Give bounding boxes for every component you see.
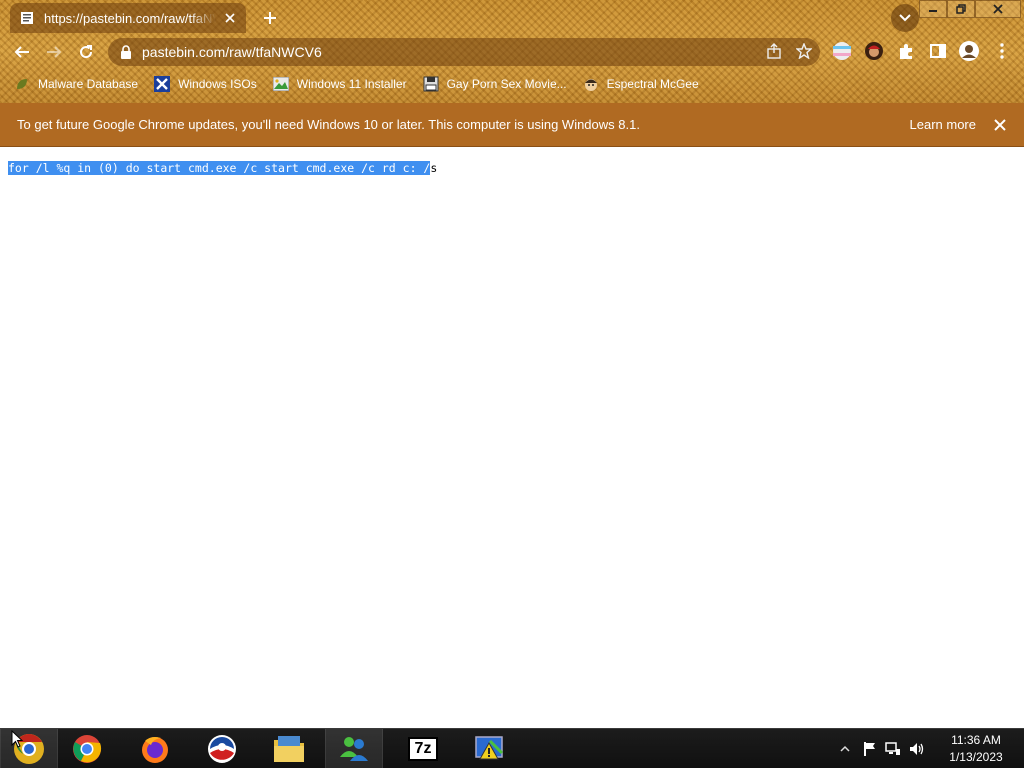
- profile-icon[interactable]: [958, 40, 980, 62]
- obama-logo-icon: [208, 735, 236, 763]
- taskbar-firefox[interactable]: [126, 729, 184, 769]
- share-icon[interactable]: [766, 43, 782, 64]
- minimize-icon: [929, 10, 937, 12]
- new-tab-button[interactable]: [258, 6, 282, 30]
- window-controls: [919, 0, 1021, 18]
- x-logo-icon: [154, 76, 171, 92]
- disk-icon: [423, 76, 439, 92]
- tab-search-button[interactable]: [891, 4, 919, 32]
- arrow-right-icon: [47, 46, 62, 58]
- tab-title: https://pastebin.com/raw/tfaNWCV6: [44, 10, 216, 26]
- taskbar-defender[interactable]: [460, 729, 518, 769]
- page-content: for /l %q in (0) do start cmd.exe /c sta…: [0, 148, 1024, 728]
- file-explorer-icon: [274, 736, 304, 762]
- firefox-icon: [142, 737, 168, 763]
- close-tab-icon[interactable]: [222, 10, 238, 26]
- mouse-cursor-icon: [11, 729, 24, 753]
- unselected-text: s: [430, 161, 438, 175]
- avatar-icon: [583, 76, 599, 92]
- taskbar-messenger[interactable]: [325, 729, 383, 769]
- close-infobar-icon[interactable]: [992, 117, 1008, 133]
- leaf-icon: [14, 76, 30, 92]
- arrow-left-icon: [14, 46, 29, 58]
- clock-date: 1/13/2023: [949, 750, 1003, 764]
- chevron-down-icon: [899, 14, 911, 22]
- taskbar-chrome-dev[interactable]: [0, 729, 58, 769]
- close-icon: [993, 4, 1003, 14]
- forward-button[interactable]: [41, 39, 67, 65]
- bookmark-item[interactable]: Windows ISOs: [154, 76, 257, 92]
- reload-icon: [80, 45, 93, 59]
- system-tray: 11:36 AM 1/13/2023: [836, 729, 1024, 769]
- learn-more-link[interactable]: Learn more: [910, 117, 976, 132]
- extensions-puzzle-icon[interactable]: [895, 40, 917, 62]
- image-icon: [272, 76, 289, 92]
- menu-dots-icon[interactable]: [991, 40, 1013, 62]
- clock-time: 11:36 AM: [951, 733, 1001, 747]
- taskbar-7zip[interactable]: 7z: [394, 729, 452, 769]
- taskbar-obama-app[interactable]: [193, 729, 251, 769]
- 7zip-icon: 7z: [408, 737, 438, 761]
- address-bar[interactable]: pastebin.com/raw/tfaNWCV6: [108, 38, 820, 66]
- flag-extension-icon[interactable]: [831, 40, 853, 62]
- bookmark-label: Gay Porn Sex Movie...: [446, 77, 567, 91]
- update-infobar: To get future Google Chrome updates, you…: [0, 103, 1024, 147]
- back-button[interactable]: [9, 39, 35, 65]
- bookmark-star-icon[interactable]: [795, 42, 813, 64]
- chevron-up-icon: [840, 745, 850, 752]
- reload-button[interactable]: [73, 39, 99, 65]
- bookmark-label: Espectral McGee: [606, 77, 699, 91]
- show-hidden-icons[interactable]: [836, 740, 854, 758]
- close-window-button[interactable]: [975, 0, 1021, 18]
- browser-frame: https://pastebin.com/raw/tfaNWCV6 pas: [0, 0, 1024, 103]
- bookmark-item[interactable]: Malware Database: [14, 76, 138, 92]
- action-center-flag-icon[interactable]: [860, 740, 878, 758]
- bookmark-label: Malware Database: [38, 77, 139, 91]
- avatar-extension-icon[interactable]: [863, 40, 885, 62]
- taskbar-chrome[interactable]: [58, 729, 116, 769]
- bookmark-item[interactable]: Espectral McGee: [583, 76, 699, 92]
- bookmark-label: Windows ISOs: [178, 77, 257, 91]
- bookmark-item[interactable]: Gay Porn Sex Movie...: [423, 76, 567, 92]
- chrome-icon: [73, 735, 102, 763]
- raw-paste-text[interactable]: for /l %q in (0) do start cmd.exe /c sta…: [8, 161, 437, 175]
- restore-icon: [956, 4, 966, 14]
- browser-tab[interactable]: https://pastebin.com/raw/tfaNWCV6: [10, 3, 246, 33]
- network-icon[interactable]: [884, 740, 902, 758]
- taskbar-file-explorer[interactable]: [260, 729, 318, 769]
- bookmarks-bar: Malware Database Windows ISOs Windows 11…: [14, 74, 715, 94]
- restore-button[interactable]: [947, 0, 975, 18]
- lock-icon: [120, 45, 134, 59]
- defender-warning-icon: [475, 736, 504, 760]
- messenger-icon: [340, 737, 368, 761]
- side-panel-icon[interactable]: [927, 40, 949, 62]
- url-text: pastebin.com/raw/tfaNWCV6: [142, 44, 322, 60]
- volume-icon[interactable]: [908, 740, 926, 758]
- infobar-message: To get future Google Chrome updates, you…: [17, 117, 640, 132]
- bookmark-label: Windows 11 Installer: [296, 77, 407, 91]
- bookmark-item[interactable]: Windows 11 Installer: [272, 76, 407, 92]
- minimize-button[interactable]: [919, 0, 947, 18]
- selected-text: for /l %q in (0) do start cmd.exe /c sta…: [8, 161, 431, 175]
- pastebin-icon: [20, 11, 34, 25]
- clock[interactable]: 11:36 AM 1/13/2023: [936, 732, 1016, 766]
- taskbar: 7z 11:36 AM 1/13/2023: [0, 728, 1024, 769]
